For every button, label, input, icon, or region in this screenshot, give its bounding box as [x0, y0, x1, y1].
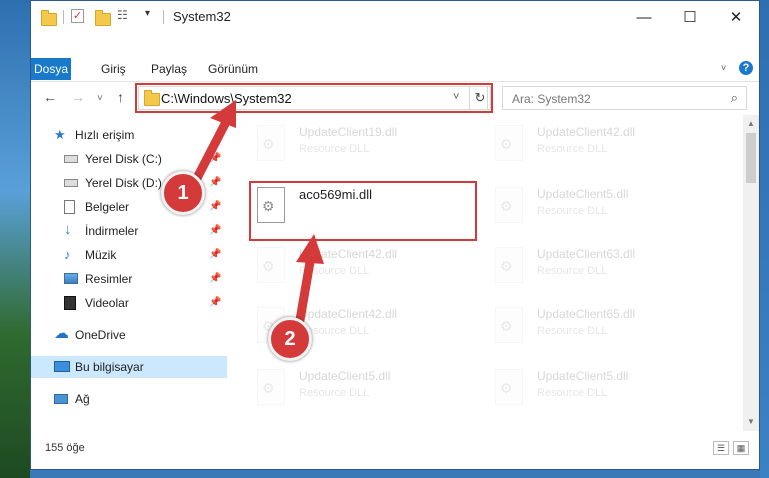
window-title: System32	[173, 9, 231, 24]
file-item[interactable]: UpdateClient42.dll Resource DLL	[247, 241, 467, 289]
computer-icon	[54, 361, 70, 372]
step-1-badge: 1	[161, 171, 205, 215]
title-divider	[163, 10, 164, 24]
pin-icon[interactable]: 📌	[209, 244, 221, 266]
sidebar-item-quick-access[interactable]: ★ Hızlı erişim	[31, 124, 227, 146]
dll-file-icon	[495, 125, 523, 161]
sidebar-item-music[interactable]: ♪ Müzik 📌	[31, 244, 227, 266]
large-icons-view-icon[interactable]: ▦	[733, 441, 749, 455]
tab-view[interactable]: Görünüm	[198, 58, 268, 80]
dll-file-icon	[495, 187, 523, 223]
desktop-background	[0, 0, 30, 478]
scroll-up-icon[interactable]: ▲	[743, 117, 759, 131]
file-list: UpdateClient19.dll Resource DLL UpdateCl…	[227, 115, 743, 431]
network-icon	[54, 394, 68, 404]
search-icon[interactable]: ⌕	[731, 90, 738, 106]
forward-button[interactable]: →	[71, 89, 85, 105]
sidebar-item-videos[interactable]: Videolar 📌	[31, 292, 227, 314]
search-box[interactable]: Ara: System32 ⌕	[502, 86, 747, 110]
sidebar-item-onedrive[interactable]: ☁ OneDrive	[31, 324, 227, 346]
folder-icon	[41, 10, 57, 26]
step-2-badge: 2	[268, 317, 312, 361]
close-button[interactable]: ✕	[713, 1, 759, 33]
sidebar-item-pictures[interactable]: Resimler 📌	[31, 268, 227, 290]
document-icon	[64, 200, 75, 214]
file-item[interactable]: UpdateClient65.dll Resource DLL	[485, 301, 705, 349]
file-highlight-box	[249, 181, 477, 241]
quick-access-dropdown-icon[interactable]: ▾	[145, 8, 150, 19]
maximize-button[interactable]: ☐	[667, 1, 713, 33]
file-item[interactable]: UpdateClient42.dll Resource DLL	[485, 119, 705, 167]
dll-file-icon	[495, 247, 523, 283]
video-icon	[64, 296, 76, 310]
title-bar: ✓ ☷ ▾ System32 — ☐ ✕	[31, 1, 759, 33]
tab-share[interactable]: Paylaş	[141, 58, 197, 80]
navigation-pane: ★ Hızlı erişim Yerel Disk (C:) 📌 Yerel D…	[31, 119, 227, 429]
search-input[interactable]: Ara: System32	[512, 92, 591, 106]
minimize-button[interactable]: —	[621, 1, 667, 33]
star-icon: ★	[54, 127, 66, 142]
file-item[interactable]: UpdateClient5.dll Resource DLL	[485, 181, 705, 229]
download-icon: ↓	[64, 221, 72, 238]
customize-toolbar-icon[interactable]: ☷	[117, 8, 128, 22]
pictures-icon	[64, 273, 78, 284]
pin-icon[interactable]: 📌	[209, 268, 221, 290]
file-item[interactable]: UpdateClient5.dll Resource DLL	[485, 363, 705, 411]
sidebar-item-network[interactable]: Ağ	[31, 388, 227, 410]
ribbon-expand-icon[interactable]: ˅	[721, 63, 726, 73]
tab-file[interactable]: Dosya	[31, 58, 71, 80]
sidebar-item-this-pc[interactable]: Bu bilgisayar	[31, 356, 227, 378]
file-item[interactable]: UpdateClient19.dll Resource DLL	[247, 119, 467, 167]
explorer-window: ✓ ☷ ▾ System32 — ☐ ✕ Dosya Giriş Paylaş …	[30, 0, 760, 470]
item-count: 155 öğe	[45, 442, 85, 454]
sidebar-item-drive-c[interactable]: Yerel Disk (C:) 📌	[31, 148, 227, 170]
properties-icon[interactable]: ✓	[71, 9, 84, 23]
drive-icon	[64, 179, 78, 187]
vertical-scrollbar[interactable]: ▲ ▼	[743, 115, 759, 431]
status-bar: 155 öğe	[31, 437, 759, 461]
pin-icon[interactable]: 📌	[209, 292, 221, 314]
pin-icon[interactable]: 📌	[209, 196, 221, 218]
dll-file-icon	[495, 369, 523, 405]
desktop-background-right	[760, 0, 769, 478]
recent-locations-button[interactable]: ˅	[97, 93, 103, 104]
up-button[interactable]: ↑	[117, 89, 124, 105]
pin-icon[interactable]: 📌	[209, 148, 221, 170]
cloud-icon: ☁	[54, 325, 69, 342]
sidebar-item-downloads[interactable]: ↓ İndirmeler 📌	[31, 220, 227, 242]
pin-icon[interactable]: 📌	[209, 172, 221, 194]
tab-home[interactable]: Giriş	[91, 58, 136, 80]
drive-icon	[64, 155, 78, 163]
toolbar-divider	[63, 10, 64, 24]
scroll-thumb[interactable]	[746, 133, 756, 183]
dll-file-icon	[257, 125, 285, 161]
music-icon: ♪	[64, 247, 71, 262]
dll-file-icon	[495, 307, 523, 343]
help-icon[interactable]: ?	[739, 61, 753, 75]
new-folder-icon[interactable]	[95, 10, 111, 26]
file-item[interactable]: UpdateClient63.dll Resource DLL	[485, 241, 705, 289]
back-button[interactable]: ←	[43, 89, 57, 105]
scroll-down-icon[interactable]: ▼	[743, 415, 759, 429]
dll-file-icon	[257, 247, 285, 283]
address-highlight-box	[135, 83, 493, 113]
pin-icon[interactable]: 📌	[209, 220, 221, 242]
dll-file-icon	[257, 369, 285, 405]
file-item[interactable]: UpdateClient5.dll Resource DLL	[247, 363, 467, 411]
details-view-icon[interactable]: ☰	[713, 441, 729, 455]
